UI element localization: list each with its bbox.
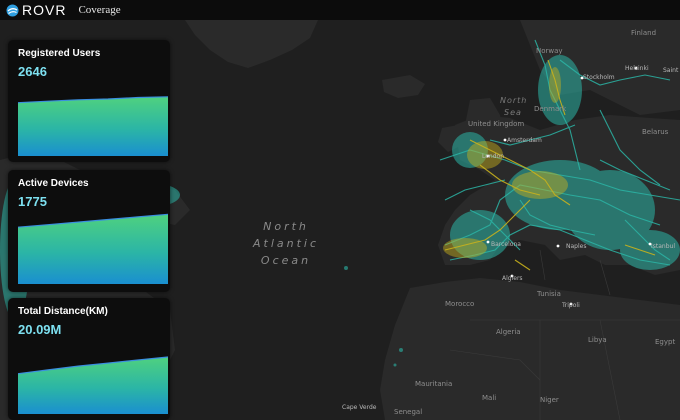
label-north-atlantic-ocean: North Atlantic Ocean	[246, 218, 326, 269]
ocean-label-line-2: Atlantic	[252, 237, 320, 250]
area-fill	[18, 96, 168, 156]
label-stockholm: Stockholm	[583, 74, 615, 81]
total-distance-area-chart	[18, 356, 168, 414]
label-finland: Finland	[631, 29, 657, 37]
area-fill	[18, 357, 168, 414]
label-north-sea-2: Sea	[504, 108, 522, 117]
label-united-kingdom: United Kingdom	[468, 120, 525, 128]
label-niger: Niger	[540, 396, 559, 404]
label-north-sea-1: North	[500, 96, 528, 105]
card-title: Total Distance(KM)	[18, 306, 108, 317]
top-bar: ROVR Coverage	[0, 0, 680, 20]
page-title: Coverage	[78, 4, 121, 16]
label-helsinki: Helsinki	[625, 65, 649, 72]
label-senegal: Senegal	[394, 408, 423, 416]
label-morocco: Morocco	[445, 300, 475, 308]
label-tripoli: Tripoli	[562, 302, 580, 309]
label-saint: Saint	[663, 67, 679, 74]
label-naples: Naples	[566, 243, 587, 250]
card-title: Active Devices	[18, 178, 89, 189]
brand-name: ROVR	[22, 2, 67, 18]
label-denmark: Denmark	[534, 105, 567, 113]
label-algeria: Algeria	[496, 328, 521, 336]
card-value: 20.09M	[18, 322, 62, 337]
label-london: London	[482, 153, 504, 160]
card-title: Registered Users	[18, 48, 101, 59]
label-amsterdam: Amsterdam	[507, 137, 542, 144]
label-tunisia: Tunisia	[537, 290, 561, 298]
active-devices-area-chart	[18, 213, 168, 284]
label-algiers: Algiers	[502, 275, 523, 282]
stat-card-total-distance[interactable]: Total Distance(KM) 20.09M	[8, 298, 170, 420]
label-norway: Norway	[536, 47, 563, 55]
label-mauritania: Mauritania	[415, 380, 453, 388]
label-barcelona: Barcelona	[491, 241, 521, 248]
label-egypt: Egypt	[655, 338, 676, 346]
label-belarus: Belarus	[642, 128, 669, 136]
stat-card-active-devices[interactable]: Active Devices 1775	[8, 170, 170, 292]
label-istanbul: Istanbul	[651, 243, 676, 250]
label-libya: Libya	[588, 336, 607, 344]
ocean-label-line-1: North	[263, 220, 309, 233]
label-mali: Mali	[482, 394, 497, 402]
ocean-label-line-3: Ocean	[260, 254, 312, 267]
card-value: 2646	[18, 64, 47, 79]
stat-card-registered-users[interactable]: Registered Users 2646	[8, 40, 170, 162]
rovr-logo-icon	[6, 4, 19, 16]
label-cape-verde: Cape Verde	[342, 404, 377, 411]
brand-logo[interactable]: ROVR	[6, 2, 66, 18]
registered-users-area-chart	[18, 96, 168, 156]
